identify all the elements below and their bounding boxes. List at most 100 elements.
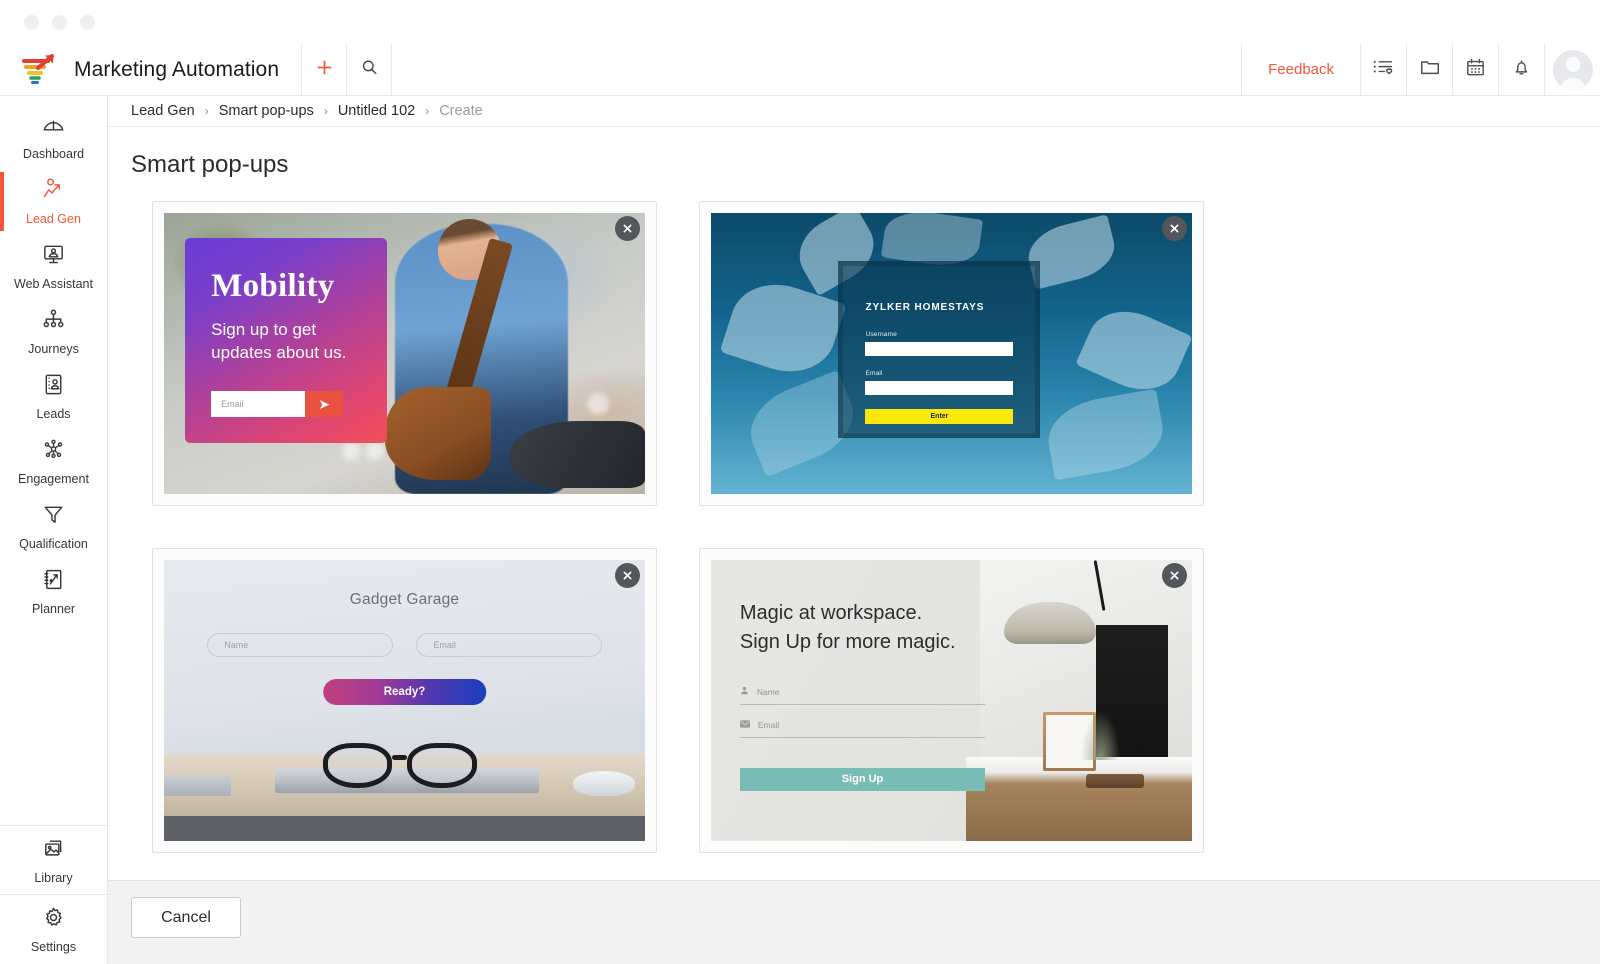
contact-card-icon bbox=[41, 372, 66, 402]
envelope-icon bbox=[739, 720, 750, 730]
planner-notebook-icon bbox=[41, 567, 66, 597]
sidebar-item-label: Web Assistant bbox=[14, 277, 93, 292]
close-icon bbox=[622, 223, 633, 234]
folder-button[interactable] bbox=[1406, 44, 1452, 95]
sidebar-item-engagement[interactable]: Engagement bbox=[0, 429, 107, 494]
mobility-email-input[interactable]: Email bbox=[211, 391, 306, 418]
mobility-subtext: Sign up to get updates about us. bbox=[211, 320, 347, 363]
breadcrumb-item-lead-gen[interactable]: Lead Gen bbox=[131, 103, 195, 119]
feedback-label: Feedback bbox=[1268, 61, 1334, 78]
app-title: Marketing Automation bbox=[74, 57, 280, 81]
add-button[interactable] bbox=[302, 44, 348, 95]
sidebar-item-label: Planner bbox=[31, 602, 76, 617]
close-dot[interactable] bbox=[24, 14, 39, 30]
photo-phone bbox=[164, 776, 232, 797]
sidebar-item-library[interactable]: Library bbox=[0, 826, 107, 895]
gadget-garage-title: Gadget Garage bbox=[349, 590, 460, 608]
gadget-garage-name-input[interactable]: Name bbox=[207, 633, 393, 658]
sidebar-item-label: Engagement bbox=[18, 472, 89, 487]
template-preview: Mobility Sign up to get updates about us.… bbox=[164, 213, 645, 494]
zylker-enter-button[interactable]: Enter bbox=[865, 408, 1014, 424]
template-scroll-area[interactable]: Mobility Sign up to get updates about us.… bbox=[108, 201, 1600, 964]
photo-glasses bbox=[322, 742, 477, 788]
breadcrumb-item-smart-popups[interactable]: Smart pop-ups bbox=[219, 103, 314, 119]
plus-icon bbox=[314, 57, 335, 83]
app-header: Marketing Automation Feedback bbox=[0, 44, 1600, 96]
image-library-icon bbox=[41, 836, 66, 866]
mobility-submit-button[interactable]: ➤ bbox=[305, 391, 344, 418]
bokeh-light bbox=[587, 393, 610, 416]
notifications-button[interactable] bbox=[1498, 44, 1544, 95]
gadget-garage-template-card[interactable]: Gadget Garage Name Email Ready? bbox=[152, 548, 657, 853]
sidebar-primary-nav: Dashboard Lead Gen Web Assistant Journey… bbox=[0, 96, 107, 624]
gadget-garage-email-input[interactable]: Email bbox=[416, 633, 602, 658]
user-avatar-button[interactable] bbox=[1544, 44, 1600, 95]
photo-floor bbox=[164, 815, 645, 841]
sidebar-item-journeys[interactable]: Journeys bbox=[0, 299, 107, 364]
sidebar-item-planner[interactable]: Planner bbox=[0, 559, 107, 624]
glasses-lens-right bbox=[407, 742, 477, 788]
remove-template-button[interactable] bbox=[1162, 216, 1187, 241]
mobility-preview: Mobility Sign up to get updates about us.… bbox=[164, 213, 645, 494]
remove-template-button[interactable] bbox=[1162, 563, 1187, 588]
zylker-preview: ZYLKER HOMESTAYS Username Email Enter bbox=[711, 213, 1192, 494]
glasses-lens-left bbox=[322, 742, 392, 788]
person-icon bbox=[740, 686, 749, 697]
search-icon bbox=[360, 58, 379, 82]
palm-frond bbox=[1042, 388, 1169, 481]
list-favorite-button[interactable] bbox=[1360, 44, 1406, 95]
template-grid: Mobility Sign up to get updates about us.… bbox=[108, 201, 1600, 853]
bokeh-light bbox=[366, 442, 385, 461]
gadget-garage-fields: Name Email bbox=[207, 633, 602, 658]
breadcrumb-separator: › bbox=[323, 104, 328, 118]
remove-template-button[interactable] bbox=[615, 216, 640, 241]
list-favorite-icon bbox=[1372, 57, 1395, 83]
close-icon bbox=[1169, 570, 1180, 581]
breadcrumb: Lead Gen › Smart pop-ups › Untitled 102 … bbox=[108, 96, 1600, 127]
sidebar: Dashboard Lead Gen Web Assistant Journey… bbox=[0, 96, 108, 964]
sidebar-item-label: Lead Gen bbox=[26, 212, 81, 227]
maximize-dot[interactable] bbox=[80, 14, 95, 30]
sidebar-item-leads[interactable]: Leads bbox=[0, 364, 107, 429]
footer-bar: Cancel bbox=[108, 880, 1600, 964]
mobility-template-card[interactable]: Mobility Sign up to get updates about us.… bbox=[152, 201, 657, 506]
sidebar-item-dashboard[interactable]: Dashboard bbox=[0, 104, 107, 169]
calendar-button[interactable] bbox=[1452, 44, 1498, 95]
brand-block[interactable]: Marketing Automation bbox=[0, 44, 303, 95]
magic-workspace-template-card[interactable]: Magic at workspace. Sign Up for more magi… bbox=[699, 548, 1204, 853]
remove-template-button[interactable] bbox=[615, 563, 640, 588]
minimize-dot[interactable] bbox=[52, 14, 67, 30]
zylker-homestays-template-card[interactable]: ZYLKER HOMESTAYS Username Email Enter bbox=[699, 201, 1204, 506]
cancel-button[interactable]: Cancel bbox=[131, 897, 241, 938]
zylker-email-label: Email bbox=[865, 369, 883, 377]
feedback-button[interactable]: Feedback bbox=[1241, 44, 1360, 95]
magic-workspace-name-placeholder: Name bbox=[756, 686, 780, 697]
sidebar-item-settings[interactable]: Settings bbox=[0, 895, 107, 964]
magic-workspace-preview: Magic at workspace. Sign Up for more magi… bbox=[711, 560, 1192, 841]
photo-mouse bbox=[572, 770, 636, 797]
photo-tray bbox=[1086, 773, 1144, 788]
gadget-garage-ready-button[interactable]: Ready? bbox=[322, 679, 487, 706]
sidebar-secondary-nav: Library Settings bbox=[0, 825, 107, 964]
speedometer-icon bbox=[41, 112, 66, 142]
magic-workspace-name-input[interactable]: Name bbox=[739, 686, 986, 706]
sidebar-item-web-assistant[interactable]: Web Assistant bbox=[0, 234, 107, 299]
breadcrumb-separator: › bbox=[425, 104, 430, 118]
zylker-email-input[interactable] bbox=[865, 380, 1014, 395]
bell-icon bbox=[1511, 57, 1532, 83]
magic-workspace-email-input[interactable]: Email bbox=[739, 720, 986, 739]
zylker-brand-label: ZYLKER HOMESTAYS bbox=[865, 301, 985, 313]
search-button[interactable] bbox=[347, 44, 393, 95]
magic-workspace-signup-button[interactable]: Sign Up bbox=[739, 767, 986, 791]
glasses-bridge bbox=[391, 754, 408, 760]
main-content: Lead Gen › Smart pop-ups › Untitled 102 … bbox=[108, 96, 1600, 964]
sidebar-item-lead-gen[interactable]: Lead Gen bbox=[0, 169, 107, 234]
zylker-username-input[interactable] bbox=[865, 341, 1014, 356]
sidebar-item-qualification[interactable]: Qualification bbox=[0, 494, 107, 559]
hierarchy-icon bbox=[41, 307, 66, 337]
gear-icon bbox=[41, 905, 66, 935]
network-nodes-icon bbox=[41, 437, 66, 467]
breadcrumb-item-untitled[interactable]: Untitled 102 bbox=[338, 103, 415, 119]
magic-workspace-heading: Magic at workspace. Sign Up for more magi… bbox=[739, 602, 956, 653]
breadcrumb-separator: › bbox=[204, 104, 209, 118]
